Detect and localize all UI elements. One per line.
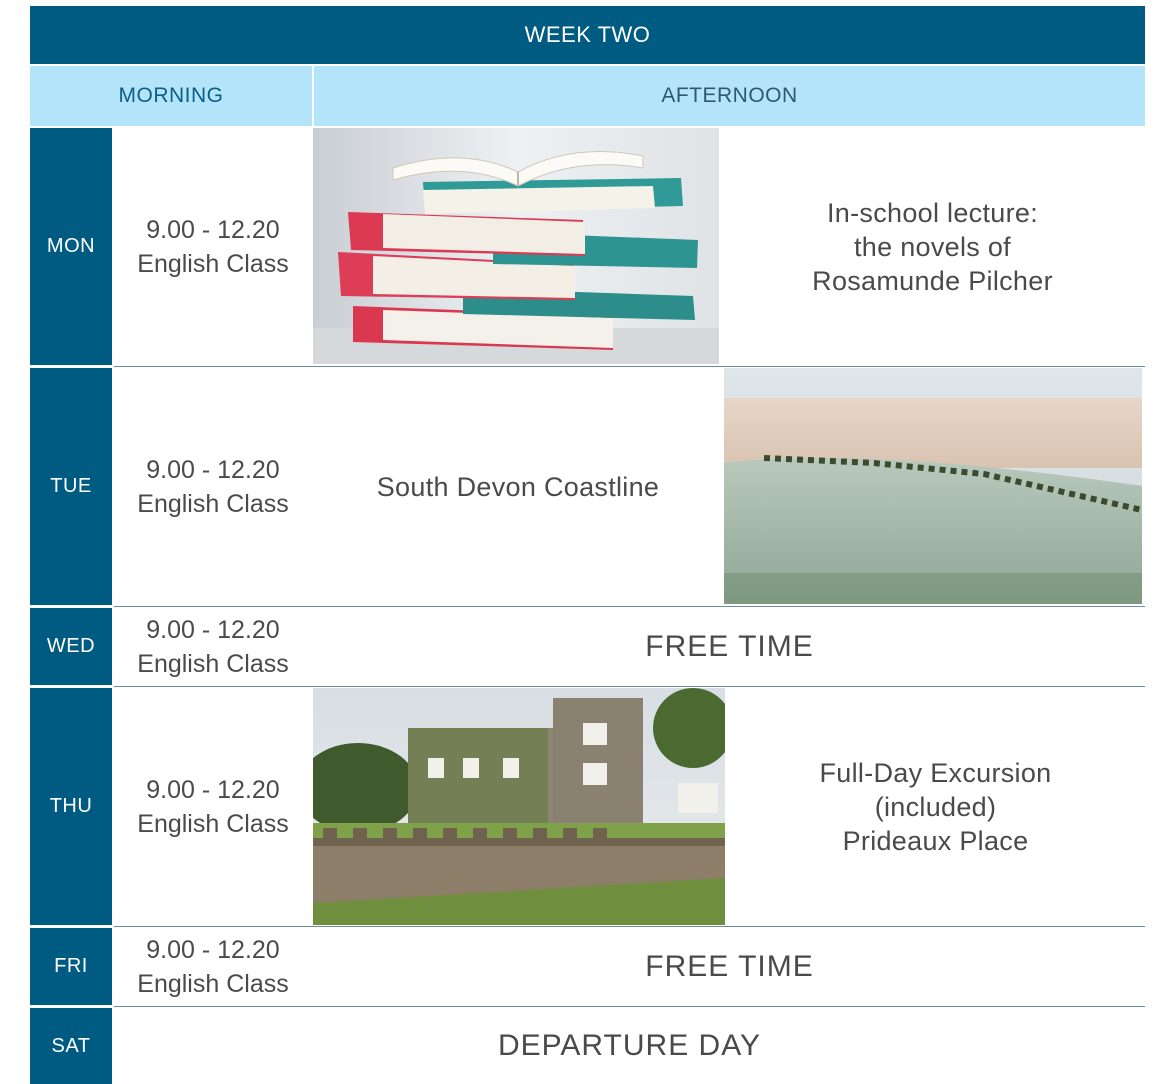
row-divider (114, 606, 1145, 607)
afternoon-cell-fri: FREE TIME (314, 928, 1145, 1005)
row-divider (114, 686, 1145, 687)
morning-activity: English Class (137, 489, 289, 518)
afternoon-cell-mon: In-school lecture: the novels of Rosamun… (720, 128, 1145, 365)
row-divider (114, 1006, 1145, 1007)
morning-time: 9.00 - 12.20 (146, 935, 280, 964)
books-photo (313, 128, 719, 364)
morning-cell-wed: 9.00 - 12.20 English Class (114, 608, 312, 685)
morning-time: 9.00 - 12.20 (146, 775, 280, 804)
afternoon-line: FREE TIME (645, 949, 814, 983)
afternoon-cell-wed: FREE TIME (314, 608, 1145, 685)
morning-time: 9.00 - 12.20 (146, 455, 280, 484)
row-divider (114, 366, 1145, 367)
day-label-thu: THU (30, 688, 112, 925)
day-label-mon: MON (30, 128, 112, 365)
afternoon-line: Full-Day Excursion (819, 757, 1052, 788)
afternoon-line: the novels of (853, 231, 1011, 262)
afternoon-cell-sat: DEPARTURE DAY (114, 1008, 1145, 1084)
morning-activity: English Class (137, 649, 289, 678)
afternoon-line: In-school lecture: (827, 197, 1038, 228)
afternoon-column-header: AFTERNOON (314, 66, 1145, 126)
afternoon-line: (included) (874, 791, 997, 822)
morning-time: 9.00 - 12.20 (146, 615, 280, 644)
afternoon-line: FREE TIME (645, 629, 814, 663)
day-label-fri: FRI (30, 928, 112, 1005)
day-label-sat: SAT (30, 1008, 112, 1084)
morning-cell-thu: 9.00 - 12.20 English Class (114, 688, 312, 925)
afternoon-line: Rosamunde Pilcher (812, 265, 1053, 296)
morning-column-header: MORNING (30, 66, 312, 126)
row-divider (114, 926, 1145, 927)
morning-activity: English Class (137, 249, 289, 278)
week-title: WEEK TWO (30, 6, 1145, 64)
morning-time: 9.00 - 12.20 (146, 215, 280, 244)
morning-cell-mon: 9.00 - 12.20 English Class (114, 128, 312, 365)
coastline-photo (724, 368, 1142, 604)
morning-cell-tue: 9.00 - 12.20 English Class (114, 368, 312, 605)
afternoon-line: DEPARTURE DAY (497, 1029, 762, 1062)
morning-activity: English Class (137, 969, 289, 998)
afternoon-line: South Devon Coastline (376, 471, 660, 502)
afternoon-cell-thu: Full-Day Excursion (included) Prideaux P… (726, 688, 1145, 925)
day-label-tue: TUE (30, 368, 112, 605)
morning-cell-fri: 9.00 - 12.20 English Class (114, 928, 312, 1005)
afternoon-cell-tue: South Devon Coastline (314, 368, 722, 605)
morning-activity: English Class (137, 809, 289, 838)
day-label-wed: WED (30, 608, 112, 685)
afternoon-line: Prideaux Place (842, 825, 1029, 856)
prideaux-place-photo (313, 688, 725, 925)
